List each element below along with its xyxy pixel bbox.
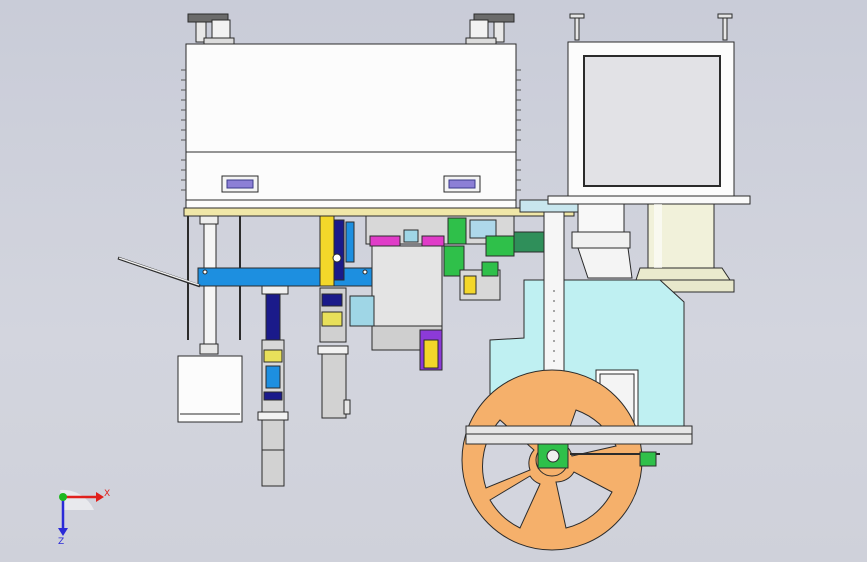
axis-triad-icon xyxy=(58,489,104,536)
leveling-foot-icon xyxy=(569,13,733,41)
control-unit[interactable] xyxy=(332,215,515,371)
leveling-foot-icon xyxy=(187,13,235,45)
guide-rail xyxy=(183,207,575,217)
cad-viewport[interactable]: X Z xyxy=(0,0,867,562)
feed-cylinder[interactable] xyxy=(631,203,735,293)
leveling-foot-icon xyxy=(465,13,515,45)
transfer-arm[interactable] xyxy=(197,267,375,287)
linear-actuator-left[interactable] xyxy=(257,285,289,487)
upper-cabinet[interactable] xyxy=(181,43,521,211)
linear-actuator-right[interactable] xyxy=(317,215,355,419)
lift-column[interactable] xyxy=(177,215,243,423)
axis-z-label: Z xyxy=(58,537,64,547)
frame-window xyxy=(583,55,721,187)
axis-x-label: X xyxy=(104,489,110,499)
